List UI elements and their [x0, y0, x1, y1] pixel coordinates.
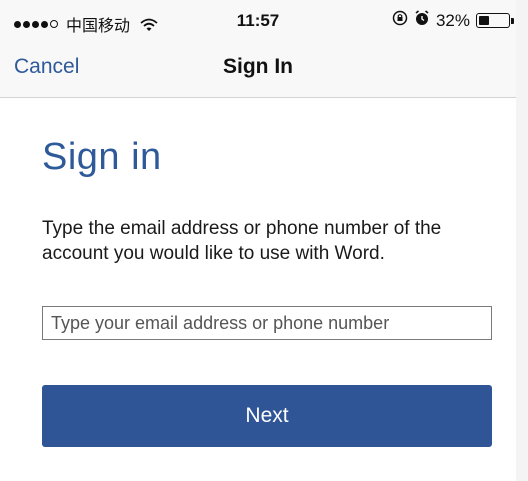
top-bar: 中国移动 11:57 32% Cancel Sign In — [0, 0, 516, 98]
nav-bar: Cancel Sign In — [0, 40, 516, 97]
alarm-icon — [414, 10, 430, 31]
instructions-text: Type the email address or phone number o… — [42, 218, 442, 264]
nav-title: Sign In — [223, 55, 293, 78]
battery-nub — [511, 17, 514, 24]
rotation-lock-icon — [392, 10, 408, 31]
email-field[interactable] — [42, 306, 492, 340]
status-right: 32% — [392, 10, 514, 31]
next-button[interactable]: Next — [42, 385, 492, 447]
battery-icon — [476, 13, 510, 28]
screen-edge — [516, 0, 528, 481]
page-title: Sign in — [42, 136, 162, 178]
status-bar: 中国移动 11:57 32% — [0, 0, 516, 40]
phone-screen: 中国移动 11:57 32% Cancel Sign In Sign in Ty… — [0, 0, 516, 481]
battery-percent: 32% — [435, 10, 470, 30]
battery-level — [479, 16, 490, 25]
